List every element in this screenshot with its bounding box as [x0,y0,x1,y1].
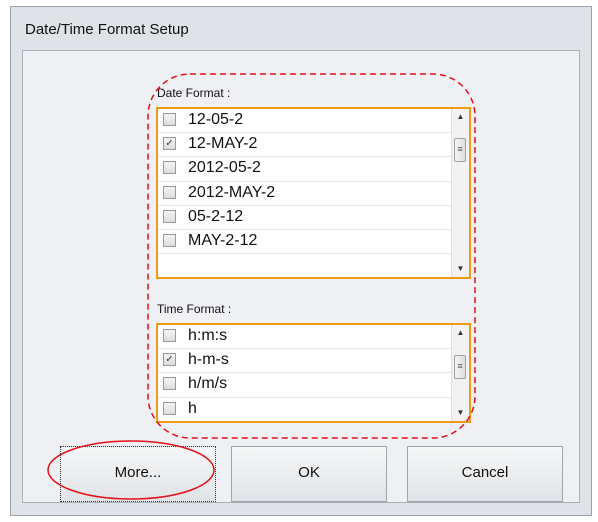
scroll-thumb[interactable]: ≡ [454,355,466,379]
ok-button[interactable]: OK [231,446,387,502]
list-item-label: h [188,399,197,417]
dialog-window: Date/Time Format Setup Date Format : 12-… [10,6,592,516]
checkbox[interactable] [163,209,176,223]
scroll-down-arrow-icon[interactable]: ▼ [452,405,469,421]
list-item-label: h/m/s [188,375,228,393]
checkbox[interactable]: ✓ [163,353,176,367]
checkbox[interactable] [163,185,176,199]
list-item-label: h:m:s [188,327,228,344]
list-item[interactable]: 2012-05-2 [158,157,452,182]
date-format-label: Date Format : [157,86,231,100]
list-item-label: h-m-s [188,351,229,369]
checkbox[interactable] [163,377,176,391]
scroll-thumb[interactable]: ≡ [454,138,466,162]
dialog-content: Date Format : 12-05-2 ✓ 12-MAY-2 2012-05-2 2… [22,50,580,503]
list-item[interactable]: h/m/s [158,373,452,398]
list-item[interactable]: ✓ 12-MAY-2 [158,133,452,158]
date-format-scrollbar[interactable]: ▲ ≡ ▼ [451,109,469,277]
date-format-list[interactable]: 12-05-2 ✓ 12-MAY-2 2012-05-2 2012-MAY-2 05-2-… [156,107,471,279]
time-format-label: Time Format : [157,302,232,316]
scroll-up-arrow-icon[interactable]: ▲ [452,109,469,125]
window-title: Date/Time Format Setup [25,21,189,38]
list-item-label: 2012-05-2 [188,159,261,177]
scroll-up-arrow-icon[interactable]: ▲ [452,325,469,341]
checkbox[interactable] [163,233,176,247]
list-item[interactable]: 2012-MAY-2 [158,182,452,206]
title-bar[interactable]: Date/Time Format Setup [11,7,591,49]
list-item[interactable]: h:m:s [158,325,452,350]
list-item-label: 2012-MAY-2 [188,183,276,201]
checkbox[interactable] [163,113,176,126]
list-item-label: 12-05-2 [188,111,244,128]
list-item-label: 05-2-12 [188,207,244,225]
scroll-down-arrow-icon[interactable]: ▼ [452,261,469,277]
time-format-scrollbar[interactable]: ▲ ≡ ▼ [451,325,469,421]
list-item-label: 12-MAY-2 [188,135,258,153]
list-item[interactable]: 05-2-12 [158,206,452,230]
list-item-label: MAY-2-12 [188,231,258,249]
checkbox[interactable] [163,401,176,415]
checkbox[interactable]: ✓ [163,137,176,151]
cancel-button[interactable]: Cancel [407,446,563,502]
list-item[interactable]: h [158,398,452,421]
list-item[interactable]: 12-05-2 [158,109,452,134]
checkbox[interactable] [163,161,176,175]
checkbox[interactable] [163,329,176,342]
time-format-list[interactable]: h:m:s ✓ h-m-s h/m/s h ▲ ≡ ▼ [156,323,471,423]
more-button[interactable]: More... [60,446,216,502]
list-item[interactable]: ✓ h-m-s [158,349,452,374]
list-item[interactable]: MAY-2-12 [158,230,452,255]
